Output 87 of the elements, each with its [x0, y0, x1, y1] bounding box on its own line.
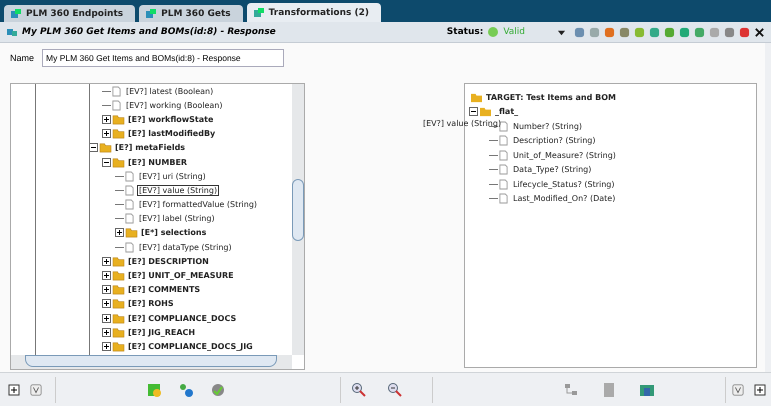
tree-item[interactable]: [EV?] value (String) — [137, 184, 220, 196]
file-icon — [125, 242, 134, 253]
tree-item[interactable]: [E?] UNIT_OF_MEASURE — [126, 270, 236, 282]
tree-item[interactable]: [E?] metaFields — [113, 142, 188, 154]
status-label: Status: — [446, 27, 484, 37]
folder-icon — [112, 340, 125, 352]
expander[interactable] — [102, 285, 111, 294]
file-icon — [112, 100, 121, 111]
tree-item[interactable]: [EV?] label (String) — [137, 213, 217, 224]
filter-icon[interactable] — [30, 384, 42, 396]
tree-item[interactable]: [EV?] formattedValue (String) — [137, 199, 260, 210]
file-icon — [499, 164, 508, 176]
folder-icon — [112, 114, 125, 125]
file-icon — [112, 86, 121, 97]
close-icon[interactable] — [754, 26, 765, 38]
tree-item[interactable]: [E?] JIG_REACH — [126, 326, 198, 338]
tree-item[interactable]: Description? (String) — [511, 135, 598, 146]
vertical-scrollbar[interactable] — [292, 84, 304, 355]
tree-item[interactable]: Unit_of_Measure? (String) — [511, 150, 618, 161]
tree-item[interactable]: [EV?] latest (Boolean) — [124, 86, 216, 97]
dropdown-icon[interactable] — [557, 28, 566, 36]
expander[interactable] — [102, 314, 111, 323]
expander[interactable] — [115, 228, 124, 238]
file-icon — [499, 135, 508, 146]
expander[interactable] — [102, 256, 111, 266]
tree-item[interactable]: [EV?] uri (String) — [137, 170, 208, 182]
tree-item[interactable]: [E?] COMMENTS — [126, 284, 202, 296]
expander[interactable] — [102, 328, 111, 337]
tree-item[interactable]: [E?] COMPLIANCE_DOCS_JIG — [126, 340, 255, 352]
name-label: Name — [10, 53, 34, 63]
zoom-in-icon[interactable] — [351, 382, 367, 398]
file-icon — [499, 120, 508, 132]
expander[interactable] — [102, 342, 111, 351]
folder-icon — [112, 128, 125, 140]
expander[interactable] — [89, 143, 98, 152]
tree-item[interactable]: TARGET: Test Items and BOM — [484, 92, 618, 103]
tab[interactable]: PLM 360 Gets — [139, 5, 243, 22]
drag-label: [EV?] value (String) — [423, 119, 502, 128]
tree-item[interactable]: [E?] lastModifiedBy — [126, 128, 218, 140]
expander[interactable] — [469, 107, 478, 116]
tree-item[interactable]: [E?] NUMBER — [126, 156, 190, 168]
file-icon — [499, 150, 508, 161]
expander[interactable] — [102, 271, 111, 280]
filter-icon[interactable] — [732, 384, 744, 396]
folder-icon — [112, 284, 125, 296]
expander[interactable] — [102, 158, 111, 167]
expander[interactable] — [102, 129, 111, 138]
file-icon — [125, 199, 134, 210]
folder-icon — [112, 298, 125, 310]
folder-icon — [112, 256, 125, 267]
tree-item[interactable]: Data_Type? (String) — [511, 164, 594, 176]
file-icon — [125, 170, 134, 182]
name-field[interactable]: My PLM 360 Get Items and BOMs(id:8) - Response — [42, 49, 284, 67]
folder-icon — [112, 270, 125, 282]
expand-icon[interactable] — [754, 384, 766, 396]
tree-item[interactable]: Lifecycle_Status? (String) — [511, 178, 616, 190]
status-icon — [487, 26, 500, 38]
folder-icon — [479, 106, 492, 118]
folder-icon — [99, 142, 112, 154]
tab[interactable]: Transformations (2) — [246, 3, 381, 22]
zoom-out-icon[interactable] — [387, 382, 403, 398]
file-icon — [125, 184, 134, 196]
horizontal-scrollbar[interactable] — [11, 355, 292, 369]
folder-icon — [470, 92, 483, 103]
tree-item[interactable]: Last_Modified_On? (Date) — [511, 193, 618, 204]
folder-icon — [112, 312, 125, 324]
tree-item[interactable]: Number? (String) — [511, 120, 584, 132]
folder-icon — [112, 156, 125, 168]
tab[interactable]: PLM 360 Endpoints — [4, 5, 136, 22]
expander[interactable] — [102, 114, 111, 124]
tree-item[interactable]: [E?] ROHS — [126, 298, 176, 310]
status-value: Valid — [503, 27, 525, 37]
folder-icon — [112, 326, 125, 338]
tree-item[interactable]: [EV?] dataType (String) — [137, 242, 234, 253]
expand-icon[interactable] — [8, 384, 20, 396]
tree-item[interactable]: [E?] workflowState — [126, 114, 216, 125]
expander[interactable] — [102, 299, 111, 308]
file-icon — [499, 178, 508, 190]
tree-item[interactable]: _flat_ — [493, 106, 520, 118]
window-title: My PLM 360 Get Items and BOMs(id:8) - Response — [22, 27, 276, 37]
file-icon — [499, 193, 508, 204]
tree-item[interactable]: [E?] DESCRIPTION — [126, 256, 211, 267]
tree-item[interactable]: [E?] COMPLIANCE_DOCS — [126, 312, 238, 324]
folder-icon — [125, 227, 138, 238]
tree-item[interactable]: [E*] selections — [139, 227, 208, 238]
file-icon — [125, 213, 134, 224]
tree-item[interactable]: [EV?] working (Boolean) — [124, 100, 224, 111]
